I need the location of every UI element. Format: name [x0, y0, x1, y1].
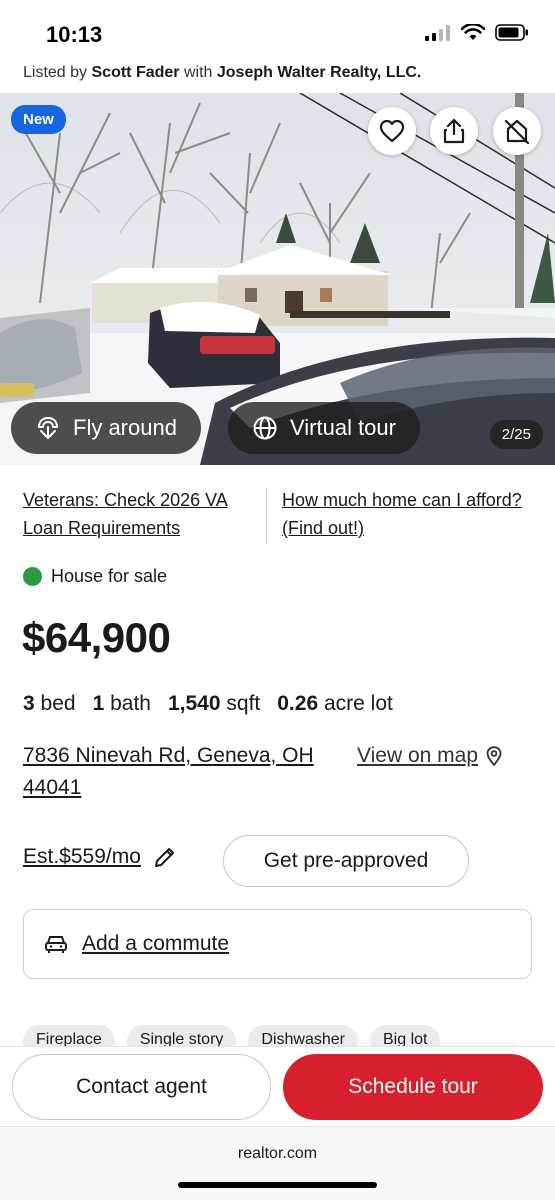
- share-button[interactable]: [430, 107, 478, 155]
- photo-counter: 2/25: [489, 420, 543, 449]
- listed-by-connector: with: [183, 64, 213, 81]
- feature-tag[interactable]: Single story: [126, 1025, 237, 1047]
- view-on-map-link[interactable]: View on map: [357, 740, 502, 772]
- beds-label: bed: [40, 692, 76, 715]
- sqft-label: sqft: [226, 692, 261, 715]
- bottom-action-bar: Contact agent Schedule tour: [0, 1046, 555, 1126]
- browser-url[interactable]: realtor.com: [0, 1145, 555, 1163]
- status-time: 10:13: [46, 22, 103, 47]
- get-preapproved-button[interactable]: Get pre-approved: [223, 835, 469, 887]
- add-commute-label: Add a commute: [82, 932, 230, 955]
- pencil-icon: [154, 848, 174, 867]
- home-indicator[interactable]: [178, 1182, 377, 1188]
- view-on-map-label: View on map: [357, 744, 479, 767]
- lot-spec: 0.26 acre lot: [277, 692, 393, 716]
- monthly-estimate-label: Est.$559/mo: [23, 845, 141, 868]
- listing-price: $64,900: [22, 614, 171, 661]
- new-badge: New: [11, 105, 66, 134]
- battery-icon: [495, 24, 528, 41]
- brokerage-name: Joseph Walter Realty, LLC.: [216, 64, 422, 81]
- drone-icon: [38, 417, 58, 439]
- affordability-link[interactable]: How much home can I afford? (Find out!): [282, 486, 532, 542]
- property-address[interactable]: 7836 Ninevah Rd, Geneva, OH 44041: [23, 740, 353, 804]
- heart-icon: [379, 119, 405, 143]
- virtual-tour-button[interactable]: Virtual tour: [228, 402, 420, 454]
- fly-around-label: Fly around: [73, 415, 177, 440]
- sqft-value: 1,540: [167, 692, 221, 715]
- listing-agent-line: Listed by Scott Fader with Joseph Walter…: [23, 64, 421, 82]
- fly-around-button[interactable]: Fly around: [11, 402, 201, 454]
- listing-status: House for sale: [23, 566, 167, 587]
- listing-status-label: House for sale: [51, 566, 168, 586]
- hide-listing-button[interactable]: [493, 107, 541, 155]
- baths-value: 1: [92, 692, 105, 715]
- property-specs: 3 bed 1 bath 1,540 sqft 0.26 acre lot: [23, 692, 393, 716]
- cellular-signal-icon: [425, 24, 450, 41]
- share-icon: [443, 118, 465, 144]
- sqft-spec: 1,540 sqft: [168, 692, 260, 716]
- feature-tags: Fireplace Single story Dishwasher Big lo…: [23, 1025, 441, 1047]
- feature-tag[interactable]: Dishwasher: [248, 1025, 358, 1047]
- baths-label: bath: [110, 692, 151, 715]
- feature-tag[interactable]: Big lot: [370, 1025, 441, 1047]
- wifi-icon: [461, 24, 485, 40]
- baths-spec: 1 bath: [93, 692, 151, 716]
- status-icons: [425, 24, 529, 41]
- virtual-tour-label: Virtual tour: [290, 415, 396, 440]
- monthly-estimate-link[interactable]: Est.$559/mo: [23, 845, 177, 869]
- promo-divider: [266, 488, 267, 544]
- feature-tag[interactable]: Fireplace: [23, 1025, 115, 1047]
- hide-listing-icon: [504, 119, 530, 144]
- schedule-tour-button[interactable]: Schedule tour: [283, 1054, 543, 1120]
- browser-address-bar: realtor.com: [0, 1126, 555, 1200]
- map-pin-icon: [486, 746, 502, 766]
- car-icon: [45, 936, 67, 953]
- beds-value: 3: [23, 692, 35, 715]
- agent-name: Scott Fader: [91, 64, 180, 81]
- status-bar: 10:13: [0, 0, 555, 60]
- contact-agent-button[interactable]: Contact agent: [12, 1054, 271, 1120]
- lot-value: 0.26: [277, 692, 319, 715]
- globe-icon: [253, 416, 277, 440]
- listed-by-prefix: Listed by: [23, 64, 88, 81]
- lot-label: acre lot: [323, 692, 393, 715]
- hero-photo[interactable]: New Fly around Virtual tour 2/25: [0, 93, 555, 465]
- add-commute-button[interactable]: Add a commute: [23, 909, 532, 979]
- veterans-loan-link[interactable]: Veterans: Check 2026 VA Loan Requirement…: [23, 486, 258, 542]
- beds-spec: 3 bed: [23, 692, 76, 716]
- status-dot: [23, 567, 42, 586]
- save-button[interactable]: [368, 107, 416, 155]
